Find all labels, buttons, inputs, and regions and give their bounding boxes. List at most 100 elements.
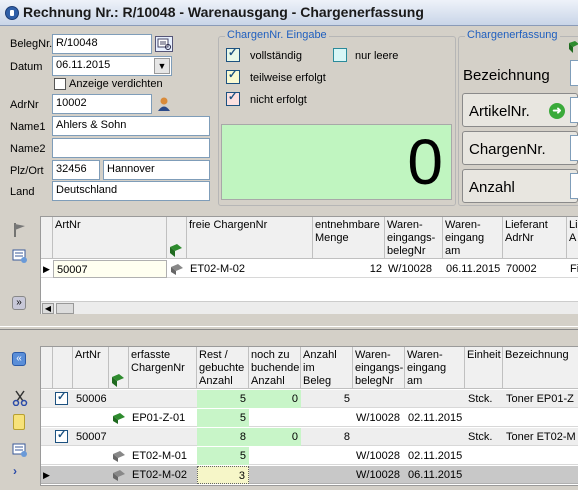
free-charges-grid: ArtNr freie ChargenNr entnehmbare Menge …: [40, 216, 578, 314]
scroll-left-icon[interactable]: ◀: [42, 303, 54, 314]
table-row[interactable]: 50007 8 0 8 Stck. Toner ET02-M: [41, 428, 578, 446]
artikelnr-field[interactable]: [570, 97, 578, 123]
note-icon[interactable]: [13, 414, 25, 430]
chargennr-button[interactable]: ChargenNr.: [462, 131, 578, 165]
counter-value: 0: [407, 126, 443, 198]
datum-label: Datum: [10, 61, 43, 73]
cell-am[interactable]: 02.11.2015: [405, 447, 465, 465]
cell-rest[interactable]: 5: [197, 447, 249, 465]
cell-bezeichnung[interactable]: Toner EP01-Z: [503, 390, 578, 408]
anzahl-field[interactable]: [570, 173, 578, 199]
belegnr-lookup-icon[interactable]: [155, 36, 173, 52]
chargennr-field[interactable]: [570, 135, 578, 161]
cell-beleg[interactable]: W/10028: [353, 466, 405, 484]
cell-li[interactable]: Fi: [567, 260, 578, 278]
header-wareneingang-am[interactable]: Waren- eingang am: [443, 217, 503, 258]
anzahl-button[interactable]: Anzahl: [462, 169, 578, 203]
teilweise-checkbox[interactable]: [226, 70, 240, 84]
artikelnr-button[interactable]: ArtikelNr. ➜: [462, 93, 578, 127]
collapse-up-icon[interactable]: «: [12, 352, 26, 366]
table-row-selected[interactable]: ▶ ET02-M-02 3 W/10028 06.11.2015: [41, 466, 578, 484]
cell-bezeichnung[interactable]: Toner ET02-M: [503, 428, 578, 446]
cell-rest[interactable]: 8: [197, 428, 249, 446]
row-checkbox[interactable]: [55, 392, 68, 405]
free-charge-row[interactable]: ▶ 50007 ET02-M-02 12 W/10028 06.11.2015 …: [41, 260, 578, 278]
adrnr-field[interactable]: 10002: [52, 94, 152, 114]
flag-icon[interactable]: [12, 222, 28, 238]
cell-beleg[interactable]: W/10028: [385, 260, 443, 278]
cell-charge[interactable]: ET02-M-02: [187, 260, 313, 278]
table-row[interactable]: EP01-Z-01 5 W/10028 02.11.2015: [41, 409, 578, 427]
header-artnr-2[interactable]: ArtNr: [73, 347, 109, 388]
cell-rest[interactable]: 3: [197, 466, 249, 484]
cell-book-icon: [167, 260, 187, 278]
name2-field[interactable]: [52, 138, 210, 158]
cell-anzahl[interactable]: 5: [301, 390, 353, 408]
teilweise-label: teilweise erfolgt: [250, 72, 326, 84]
cell-charge[interactable]: ET02-M-01: [129, 447, 197, 465]
header-am-2[interactable]: Waren- eingang am: [405, 347, 465, 388]
cell-artnr[interactable]: 50007: [73, 428, 109, 446]
scroll-thumb[interactable]: [56, 303, 74, 314]
header-einheit[interactable]: Einheit: [465, 347, 503, 388]
cell-beleg[interactable]: W/10028: [353, 447, 405, 465]
land-field[interactable]: Deutschland: [52, 181, 210, 201]
header-beleg-2[interactable]: Waren- eingangs- belegNr: [353, 347, 405, 388]
book-icon[interactable]: [568, 40, 578, 54]
list-edit-icon-2[interactable]: [12, 442, 28, 458]
cell-beleg[interactable]: W/10028: [353, 409, 405, 427]
table-row[interactable]: 50006 5 0 5 Stck. Toner EP01-Z: [41, 390, 578, 408]
cell-noch[interactable]: 0: [249, 390, 301, 408]
cell-einheit[interactable]: Stck.: [465, 390, 503, 408]
cell-charge[interactable]: EP01-Z-01: [129, 409, 197, 427]
header-rest[interactable]: Rest / gebuchte Anzahl: [197, 347, 249, 388]
cell-rest[interactable]: 5: [197, 390, 249, 408]
ort-field[interactable]: Hannover: [103, 160, 210, 180]
header-bezeichnung[interactable]: Bezeichnung: [503, 347, 578, 388]
name1-field[interactable]: Ahlers & Sohn: [52, 116, 210, 136]
row-pointer-icon: ▶: [43, 264, 50, 274]
table-row[interactable]: ET02-M-01 5 W/10028 02.11.2015: [41, 447, 578, 465]
datum-dropdown-button[interactable]: ▼: [154, 58, 170, 74]
cell-rest[interactable]: 5: [197, 409, 249, 427]
cell-anzahl[interactable]: 8: [301, 428, 353, 446]
cell-am[interactable]: 06.11.2015: [405, 466, 465, 484]
vollstaendig-checkbox[interactable]: [226, 48, 240, 62]
splitter[interactable]: [0, 326, 578, 330]
vollstaendig-label: vollständig: [250, 50, 302, 62]
cell-artnr[interactable]: 50007: [53, 260, 167, 278]
header-freie-chargennr[interactable]: freie ChargenNr: [187, 217, 313, 258]
list-edit-icon[interactable]: [12, 248, 28, 264]
cell-menge[interactable]: 12: [313, 260, 385, 278]
nicht-erfolgt-checkbox[interactable]: [226, 92, 240, 106]
next-arrow-icon[interactable]: ›: [13, 464, 25, 478]
belegnr-field[interactable]: R/10048: [52, 34, 152, 54]
person-lookup-icon[interactable]: [157, 96, 171, 112]
header-anzahl-beleg[interactable]: Anzahl im Beleg: [301, 347, 353, 388]
nur-leere-checkbox[interactable]: [333, 48, 347, 62]
row-checkbox[interactable]: [55, 430, 68, 443]
header-artnr[interactable]: ArtNr: [53, 217, 167, 258]
cell-einheit[interactable]: Stck.: [465, 428, 503, 446]
cell-lieferant[interactable]: 70002: [503, 260, 567, 278]
anzahl-label: Anzahl: [469, 179, 515, 196]
header-entnehmbare-menge[interactable]: entnehmbare Menge: [313, 217, 385, 258]
scissors-icon[interactable]: [12, 390, 28, 407]
nicht-erfolgt-label: nicht erfolgt: [250, 94, 307, 106]
cell-am[interactable]: 02.11.2015: [405, 409, 465, 427]
collapse-down-icon[interactable]: »: [12, 296, 26, 310]
header-lieferant-adrnr[interactable]: Lieferant AdrNr: [503, 217, 567, 258]
cell-charge[interactable]: ET02-M-02: [129, 466, 197, 484]
header-li[interactable]: Li A: [567, 217, 578, 258]
header-wareneingangs-belegnr[interactable]: Waren- eingangs- belegNr: [385, 217, 443, 258]
cell-datum[interactable]: 06.11.2015: [443, 260, 503, 278]
cell-noch[interactable]: 0: [249, 428, 301, 446]
anzeige-checkbox[interactable]: [54, 78, 66, 90]
bezeichnung-field[interactable]: [570, 60, 578, 86]
cell-artnr[interactable]: 50006: [73, 390, 109, 408]
plz-field[interactable]: 32456: [52, 160, 100, 180]
header-noch[interactable]: noch zu buchende Anzahl: [249, 347, 301, 388]
horizontal-scrollbar[interactable]: ◀: [41, 301, 578, 314]
app-icon: [5, 6, 19, 20]
header-erfasste-chargennr[interactable]: erfasste ChargenNr: [129, 347, 197, 388]
